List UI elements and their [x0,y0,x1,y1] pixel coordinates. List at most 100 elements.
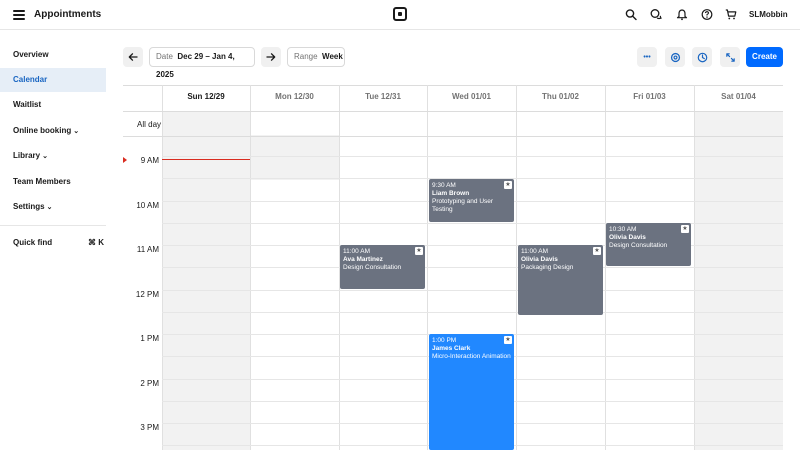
settings-button[interactable] [665,47,685,67]
range-value: Week [322,52,343,61]
sidebar-divider [0,225,106,226]
appointment-client: Olivia Davis [521,256,558,263]
sidebar-item-label: Team Members [13,177,71,186]
appointment-client: Olivia Davis [609,234,646,241]
sidebar-item-label: Library [13,151,41,160]
sidebar-item-waitlist[interactable]: Waitlist [0,93,106,117]
cart-icon[interactable] [725,8,737,21]
appointment-service: Micro-Interaction Animation [432,353,511,360]
appointment-card[interactable]: ★ 10:30 AM Olivia Davis Design Consultat… [606,223,691,266]
expand-button[interactable] [720,47,740,67]
hour-label: 12 PM [135,290,159,299]
day-header[interactable]: Wed 01/01 [427,92,516,101]
expand-icon [725,52,735,62]
sidebar-item-library[interactable]: Library ⌄ [0,144,106,168]
bell-icon[interactable] [676,8,688,21]
calendar-top-border [123,85,783,86]
range-select[interactable]: Range Week [287,47,345,67]
day-header[interactable]: Thu 01/02 [516,92,605,101]
current-time-line [162,159,250,160]
range-label: Range [294,52,318,61]
appointment-service: Design Consultation [343,264,402,271]
hour-label: 1 PM [140,334,159,343]
grid-line [162,312,783,313]
star-icon: ★ [415,247,423,255]
clock-icon [697,52,707,62]
sidebar-item-label: Calendar [13,75,48,84]
appointment-time: 10:30 AM [609,226,637,233]
hour-label: 3 PM [140,423,159,432]
day-header[interactable]: Mon 12/30 [250,92,339,101]
chevron-down-icon: ⌄ [42,153,48,160]
grid-line [162,290,783,291]
chevron-down-icon: ⌄ [73,128,80,135]
appointment-service: Prototyping and User Testing [432,198,494,213]
appointment-card[interactable]: ★ 11:00 AM Olivia Davis Packaging Design [518,245,603,315]
weekend-column-bg [694,111,783,450]
help-icon[interactable] [701,8,713,21]
star-icon: ★ [504,336,512,344]
appointment-client: Liam Brown [432,190,470,197]
sidebar-item-overview[interactable]: Overview [0,43,106,67]
quick-find-link[interactable]: Quick find [13,238,52,247]
app-title: Appointments [34,9,102,20]
hour-label: 11 AM [136,245,159,254]
all-day-label: All day [137,120,162,129]
sidebar-item-label: Waitlist [13,100,42,109]
date-picker[interactable]: Date Dec 29 – Jan 4, 2025 [149,47,255,79]
appointment-time: 11:00 AM [343,248,370,255]
hour-label: 10 AM [136,201,159,210]
arrow-right-icon [266,53,276,61]
sidebar-item-label: Settings [13,202,45,211]
create-button[interactable]: Create [746,47,783,67]
date-label: Date [156,52,173,61]
sidebar-item-team-members[interactable]: Team Members [0,170,106,194]
current-time-marker [123,157,127,163]
chevron-down-icon: ⌄ [46,204,53,211]
quick-find-shortcut: ⌘ K [88,238,104,247]
appointment-client: Ava Martinez [343,256,383,263]
sidebar-item-label: Overview [13,50,49,59]
appointment-time: 1:00 PM [432,337,457,344]
hamburger-icon[interactable] [13,9,25,20]
appointment-time: 11:00 AM [521,248,548,255]
sidebar-item-label: Online booking [13,126,72,135]
day-header[interactable]: Sun 12/29 [162,92,250,101]
grid-line [123,111,783,112]
appointment-card[interactable]: ★ 11:00 AM Ava Martinez Design Consultat… [340,245,425,289]
star-icon: ★ [681,225,689,233]
history-button[interactable] [692,47,712,67]
star-icon: ★ [593,247,601,255]
appointment-service: Packaging Design [521,264,574,271]
weekend-column-bg [162,111,250,450]
more-options-button[interactable]: ••• [637,47,657,67]
grid-line [162,267,783,268]
appointment-card[interactable]: ★ 1:00 PM James Clark Micro-Interaction … [429,334,514,450]
appointment-time: 9:30 AM [432,182,456,189]
sidebar-item-settings[interactable]: Settings ⌄ [0,195,106,219]
top-bar: Appointments SLMobbin [0,0,800,30]
hour-label: 2 PM [140,379,159,388]
day-header[interactable]: Tue 12/31 [339,92,427,101]
more-icon: ••• [643,53,651,61]
arrow-left-icon [128,53,138,61]
grid-line [123,136,783,137]
chat-icon[interactable] [650,8,662,21]
sidebar: Overview Calendar Waitlist Online bookin… [0,30,106,450]
day-header[interactable]: Sat 01/04 [694,92,783,101]
day-header[interactable]: Fri 01/03 [605,92,694,101]
search-icon[interactable] [625,8,637,21]
appointment-service: Design Consultation [609,242,668,249]
next-week-button[interactable] [261,47,281,67]
appointment-card[interactable]: ★ 9:30 AM Liam Brown Prototyping and Use… [429,179,514,222]
calendar-grid: Sun 12/29 Mon 12/30 Tue 12/31 Wed 01/01 … [123,85,783,450]
sidebar-item-online-booking[interactable]: Online booking ⌄ [0,119,106,143]
user-name[interactable]: SLMobbin [749,10,788,19]
square-logo-icon[interactable] [393,7,407,21]
sidebar-item-calendar[interactable]: Calendar [0,68,106,92]
previous-week-button[interactable] [123,47,143,67]
grid-line [162,156,783,157]
appointment-client: James Clark [432,345,471,352]
gear-icon [670,52,680,62]
hour-label: 9 AM [140,156,159,165]
